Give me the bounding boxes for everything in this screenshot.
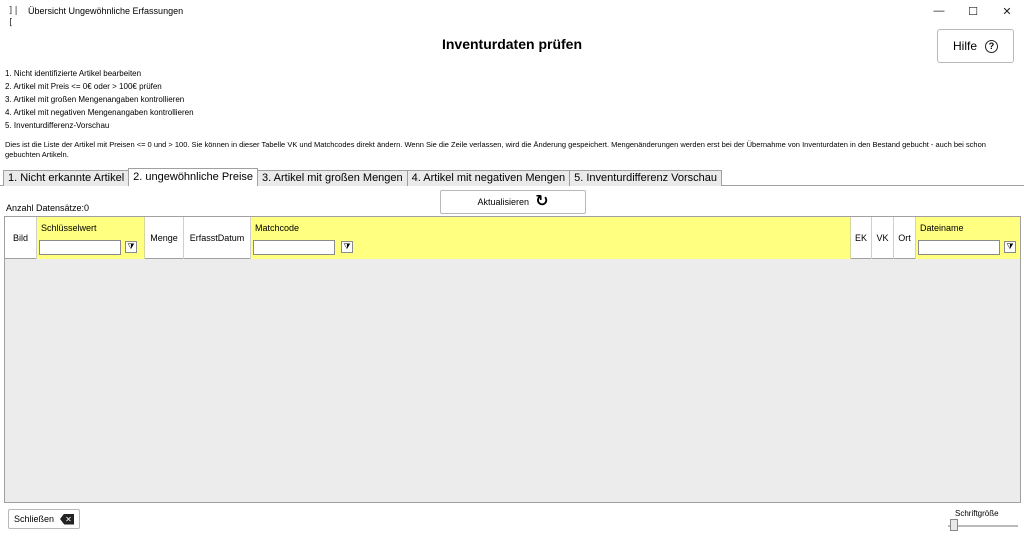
step-item: 3. Artikel mit großen Mengenangaben kont… — [5, 95, 185, 104]
tab-nicht-erkannte-artikel[interactable]: 1. Nicht erkannte Artikel — [3, 170, 130, 186]
schluesselwert-filter-input[interactable] — [39, 240, 121, 255]
tab-negative-mengen[interactable]: 4. Artikel mit negativen Mengen — [406, 170, 571, 186]
window-titlebar: ]|[ Übersicht Ungewöhnliche Erfassungen … — [0, 0, 1024, 28]
tab-ungewoehnliche-preise[interactable]: 2. ungewöhnliche Preise — [128, 168, 259, 186]
grid-header: Bild Schlüsselwert ⧩ Menge ErfasstDatum … — [5, 217, 1020, 259]
step-item: 5. Inventurdifferenz-Vorschau — [5, 121, 110, 130]
tab-inventurdifferenz-vorschau[interactable]: 5. Inventurdifferenz Vorschau — [569, 170, 723, 186]
column-header-dateiname[interactable]: Dateiname ⧩ — [916, 217, 1020, 259]
window-title: Übersicht Ungewöhnliche Erfassungen — [28, 6, 184, 16]
filter-icon[interactable]: ⧩ — [1004, 241, 1016, 253]
font-size-slider-track[interactable] — [948, 525, 1018, 527]
refresh-button[interactable]: Aktualisieren ↻ — [440, 190, 586, 214]
column-header-schluesselwert[interactable]: Schlüsselwert ⧩ — [37, 217, 145, 259]
matchcode-filter-input[interactable] — [253, 240, 335, 255]
column-label: Dateiname — [920, 223, 964, 233]
column-header-ek[interactable]: EK — [851, 217, 872, 259]
close-window-button[interactable]: ✕ — [990, 0, 1024, 22]
close-button[interactable]: Schließen ✕ — [8, 509, 80, 529]
close-label: Schließen — [13, 514, 55, 524]
app-icon: ]|[ — [8, 6, 19, 28]
minimize-button[interactable]: — — [922, 0, 956, 22]
record-count: Anzahl Datensätze:0 — [6, 203, 90, 213]
column-header-menge[interactable]: Menge — [145, 217, 184, 259]
filter-icon[interactable]: ⧩ — [341, 241, 353, 253]
help-label: Hilfe — [952, 39, 977, 53]
step-item: 2. Artikel mit Preis <= 0€ oder > 100€ p… — [5, 82, 162, 91]
column-header-ort[interactable]: Ort — [894, 217, 916, 259]
column-header-vk[interactable]: VK — [872, 217, 894, 259]
font-size-slider-thumb[interactable] — [950, 519, 958, 531]
tab-bar: 1. Nicht erkannte Artikel 2. ungewöhnlic… — [3, 168, 723, 186]
font-size-label: Schriftgröße — [955, 509, 999, 518]
step-item: 4. Artikel mit negativen Mengenangaben k… — [5, 108, 194, 117]
window-controls: — ☐ ✕ — [922, 0, 1024, 22]
filter-icon[interactable]: ⧩ — [125, 241, 137, 253]
dateiname-filter-input[interactable] — [918, 240, 1000, 255]
column-label: Matchcode — [255, 223, 300, 233]
column-header-matchcode[interactable]: Matchcode ⧩ — [251, 217, 851, 259]
refresh-icon: ↻ — [535, 193, 549, 210]
column-label: Schlüsselwert — [41, 223, 97, 233]
description-text: Dies ist die Liste der Artikel mit Preis… — [5, 140, 986, 159]
column-header-bild[interactable]: Bild — [5, 217, 37, 259]
column-header-erfasstdatum[interactable]: ErfasstDatum — [184, 217, 251, 259]
backspace-close-icon: ✕ — [60, 513, 75, 525]
data-grid[interactable]: Bild Schlüsselwert ⧩ Menge ErfasstDatum … — [4, 216, 1021, 503]
step-item: 1. Nicht identifizierte Artikel bearbeit… — [5, 69, 142, 78]
refresh-label: Aktualisieren — [477, 197, 530, 207]
page-title: Inventurdaten prüfen — [441, 36, 582, 52]
maximize-button[interactable]: ☐ — [956, 0, 990, 22]
step-list: 1. Nicht identifizierte Artikel bearbeit… — [5, 67, 194, 132]
question-icon: ? — [985, 39, 998, 53]
tab-grosse-mengen[interactable]: 3. Artikel mit großen Mengen — [257, 170, 408, 186]
help-button[interactable]: Hilfe ? — [937, 29, 1014, 63]
